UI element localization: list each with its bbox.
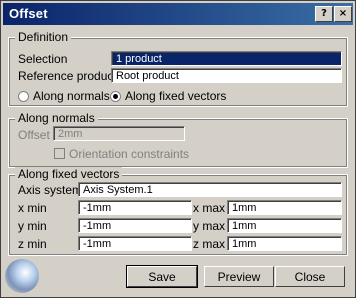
y-max-label: y max bbox=[193, 219, 226, 233]
y-min-field[interactable]: -1mm bbox=[78, 218, 192, 233]
selection-field[interactable]: 1 product bbox=[111, 51, 342, 66]
z-max-field[interactable]: 1mm bbox=[227, 236, 342, 251]
along-normals-radio[interactable] bbox=[18, 91, 29, 102]
save-button[interactable]: Save bbox=[126, 265, 198, 288]
along-fixed-vectors-group-title: Along fixed vectors bbox=[15, 167, 123, 181]
dialog-title: Offset bbox=[9, 6, 48, 21]
x-max-label: x max bbox=[193, 201, 226, 215]
y-max-field[interactable]: 1mm bbox=[227, 218, 342, 233]
orientation-constraints-label: Orientation constraints bbox=[69, 147, 190, 161]
preview-button[interactable]: Preview bbox=[204, 266, 274, 287]
axis-system-label: Axis system bbox=[18, 183, 83, 197]
x-min-label: x min bbox=[18, 201, 47, 215]
z-max-label: z max bbox=[193, 237, 226, 251]
application-logo bbox=[5, 259, 39, 293]
z-min-field[interactable]: -1mm bbox=[78, 236, 192, 251]
selection-label: Selection bbox=[18, 52, 68, 66]
reference-product-label: Reference product bbox=[18, 69, 117, 83]
help-button[interactable]: ? bbox=[315, 6, 333, 22]
reference-product-field[interactable]: Root product bbox=[111, 68, 342, 83]
x-min-field[interactable]: -1mm bbox=[78, 200, 192, 215]
z-min-label: z min bbox=[18, 237, 47, 251]
offset-dialog: Offset ? × Definition Selection 1 produc… bbox=[0, 0, 356, 298]
x-max-field[interactable]: 1mm bbox=[227, 200, 342, 215]
along-fixed-vectors-radio[interactable] bbox=[110, 91, 121, 102]
along-fixed-vectors-radio-label: Along fixed vectors bbox=[125, 89, 227, 103]
title-bar[interactable]: Offset ? × bbox=[3, 3, 353, 25]
y-min-label: y min bbox=[18, 219, 47, 233]
orientation-constraints-checkbox[interactable] bbox=[54, 148, 65, 159]
along-normals-group-title: Along normals bbox=[15, 111, 98, 125]
close-window-button[interactable]: × bbox=[334, 6, 352, 22]
along-normals-radio-label: Along normals bbox=[33, 89, 110, 103]
close-button[interactable]: Close bbox=[275, 266, 345, 287]
offset-field[interactable]: 2mm bbox=[53, 126, 185, 141]
offset-label: Offset bbox=[18, 128, 50, 142]
axis-system-field[interactable]: Axis System.1 bbox=[78, 182, 342, 197]
definition-group-title: Definition bbox=[15, 30, 72, 44]
